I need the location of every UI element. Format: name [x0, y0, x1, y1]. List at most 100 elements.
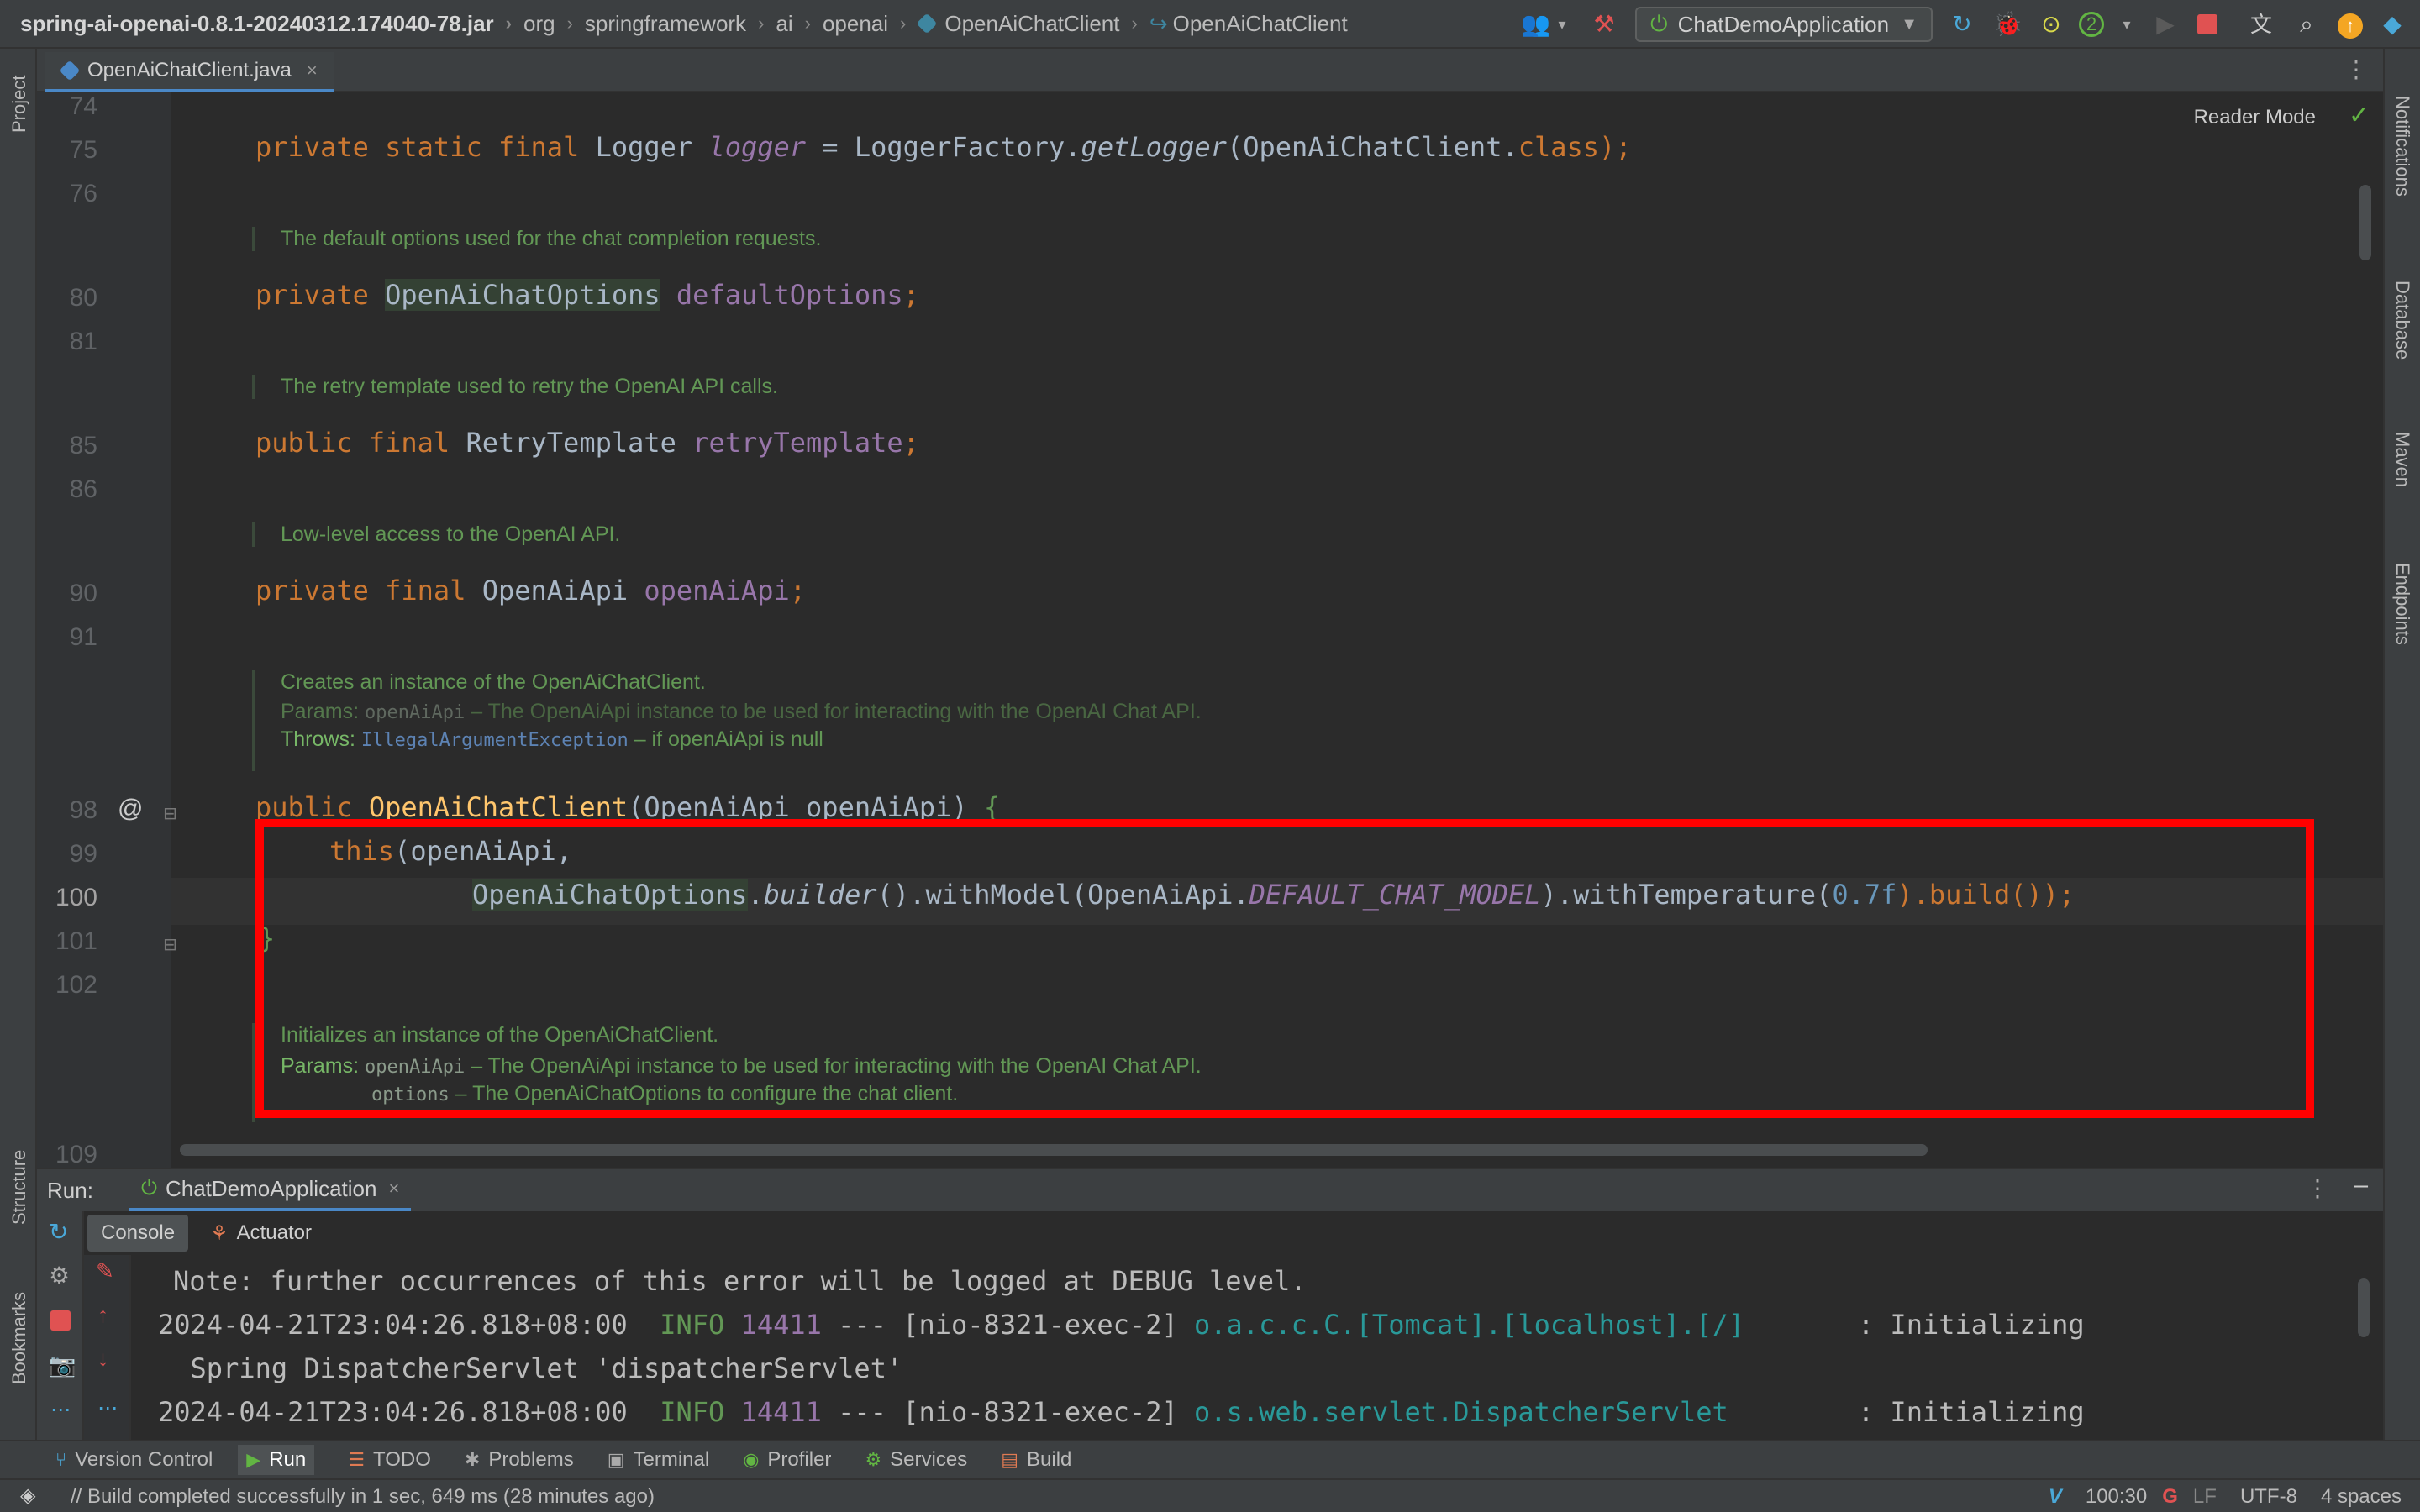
profiler-tool-button[interactable]: ◉ Profiler [743, 1448, 831, 1472]
exception-link[interactable]: IllegalArgumentException [361, 730, 629, 751]
build-icon: ▤ [1001, 1449, 1018, 1470]
console-line: 2024-04-21T23:04:26.818+08:00 INFO 14411… [158, 1396, 2085, 1428]
code-line-90: private final OpenAiApi openAiApi; [255, 575, 807, 606]
line-number: 80 [69, 284, 97, 312]
rerun-icon[interactable]: ↻ [1948, 10, 1976, 39]
run-subtabs: Console ⚘ Actuator [87, 1211, 312, 1255]
build-tool-button[interactable]: ▤ Build [1001, 1448, 1071, 1472]
vue-icon[interactable]: V [2049, 1485, 2062, 1509]
indent-setting[interactable]: 4 spaces [2321, 1485, 2402, 1509]
power-icon: ⏻ [1650, 11, 1668, 36]
stop-icon[interactable] [50, 1310, 71, 1335]
vertical-scrollbar[interactable] [2360, 185, 2371, 260]
arrow-up-icon[interactable]: ↑ [97, 1302, 108, 1328]
arrow-down-icon[interactable]: ↓ [97, 1346, 108, 1372]
breadcrumb-constructor[interactable]: ↪ OpenAiChatClient [1150, 11, 1348, 37]
status-indicators: V 100:30 G LF UTF-8 4 spaces [2025, 1485, 2402, 1509]
project-tool-button[interactable]: Project [8, 76, 30, 133]
line-number: 74 [69, 92, 97, 120]
camera-icon[interactable]: 📷 [49, 1352, 76, 1378]
update-icon[interactable]: ↑ [2336, 10, 2365, 39]
line-number: 85 [69, 432, 97, 459]
structure-tool-button[interactable]: Structure [8, 1150, 30, 1225]
plugin-icon[interactable]: ◆ [2378, 10, 2407, 39]
status-message: // Build completed successfully in 1 sec… [71, 1485, 655, 1508]
users-icon[interactable]: 👥 [1521, 10, 1550, 39]
maven-tool-button[interactable]: Maven [2391, 432, 2413, 487]
line-number: 100 [55, 884, 97, 911]
more-icon[interactable]: ⋯ [97, 1396, 118, 1420]
tab-actuator[interactable]: ⚘ Actuator [210, 1221, 312, 1246]
tab-console[interactable]: Console [87, 1215, 189, 1252]
fold-icon[interactable]: ⊟ [163, 803, 177, 824]
breadcrumb-org[interactable]: org › [523, 11, 585, 37]
layers-icon[interactable]: ◈ [20, 1483, 35, 1508]
java-class-icon [59, 60, 81, 81]
running-count-badge[interactable]: 2 [2079, 12, 2104, 37]
more-vertical-icon[interactable]: ⋮ [2306, 1174, 2329, 1202]
line-number: 75 [69, 136, 97, 164]
breadcrumb-openai[interactable]: openai › [823, 11, 918, 37]
chevron-down-icon[interactable]: ▾ [2112, 10, 2141, 39]
line-number: 86 [69, 475, 97, 503]
breadcrumb-jar[interactable]: spring-ai-openai-0.8.1-20240312.174040-7… [20, 11, 523, 37]
problems-tool-button[interactable]: ✱ Problems [465, 1448, 574, 1472]
caret-position[interactable]: 100:30 [2086, 1485, 2147, 1509]
breadcrumb-ai[interactable]: ai › [776, 11, 823, 37]
build-hammer-icon[interactable]: ⚒ [1590, 10, 1618, 39]
notifications-tool-button[interactable]: Notifications [2391, 96, 2413, 197]
run-configuration-select[interactable]: ⏻ ChatDemoApplication ▼ [1635, 7, 1933, 42]
line-separator[interactable]: LF [2193, 1485, 2217, 1509]
google-icon[interactable]: G [2162, 1485, 2178, 1509]
javadoc-openai-api: Low-level access to the OpenAI API. [252, 522, 620, 547]
breadcrumb-springframework[interactable]: springframework › [585, 11, 776, 37]
close-icon[interactable]: × [307, 60, 318, 81]
debug-icon[interactable]: 🐞 [1993, 10, 2023, 39]
clear-icon[interactable]: ✎ [96, 1258, 114, 1284]
fold-icon[interactable]: ⊟ [163, 934, 177, 955]
code-editor[interactable]: 74 75 76 80 81 85 86 90 91 98 99 100 101… [37, 92, 2383, 1168]
coverage-icon[interactable]: ⊙ [2037, 10, 2065, 39]
version-control-tool-button[interactable]: ⑂ Version Control [55, 1448, 213, 1472]
chevron-down-icon[interactable]: ▾ [1548, 10, 1576, 39]
more-vertical-icon[interactable]: ⋮ [2344, 55, 2368, 83]
translate-icon[interactable]: 文 [2247, 10, 2275, 39]
code-line-75: private static final Logger logger = Log… [255, 131, 1632, 163]
run-icon[interactable]: ▶ [2151, 10, 2180, 39]
console-side-toolbar: ✎ ↑ ↓ ⋯ [84, 1255, 131, 1441]
line-number: 101 [55, 927, 97, 955]
run-tool-button[interactable]: ▶ Run [238, 1445, 315, 1475]
close-icon[interactable]: × [388, 1178, 399, 1200]
database-tool-button[interactable]: Database [2391, 281, 2413, 360]
left-tool-strip: Project Structure Bookmarks [0, 49, 37, 1440]
stop-icon[interactable] [2193, 10, 2222, 39]
terminal-tool-button[interactable]: ▣ Terminal [608, 1448, 710, 1472]
gear-icon[interactable]: ⚙ [49, 1262, 70, 1289]
run-tab-chatdemoapplication[interactable]: ⏻ ChatDemoApplication × [129, 1169, 412, 1211]
branch-icon: ⑂ [55, 1449, 67, 1470]
file-encoding[interactable]: UTF-8 [2240, 1485, 2297, 1509]
check-icon[interactable]: ✓ [2349, 101, 2370, 130]
at-symbol-icon[interactable]: @ [118, 795, 143, 823]
console-line: Spring DispatcherServlet 'dispatcherServ… [158, 1352, 903, 1384]
horizontal-scrollbar[interactable] [180, 1144, 1928, 1156]
services-tool-button[interactable]: ⚙ Services [865, 1448, 967, 1472]
console-scrollbar[interactable] [2358, 1278, 2370, 1337]
power-icon: ⏻ [141, 1177, 157, 1200]
javadoc-params-row: Params: openAiApi – The OpenAiApi instan… [281, 700, 1202, 723]
breadcrumb-class[interactable]: OpenAiChatClient › [916, 11, 1149, 37]
code-line-85: public final RetryTemplate retryTemplate… [255, 427, 919, 459]
minimize-icon[interactable]: – [2354, 1171, 2368, 1200]
reader-mode-button[interactable]: Reader Mode [2194, 106, 2316, 129]
tab-openaichatclient[interactable]: OpenAiChatClient.java × [45, 52, 334, 92]
rerun-icon[interactable]: ↻ [49, 1218, 68, 1246]
bookmarks-tool-button[interactable]: Bookmarks [8, 1292, 30, 1384]
gear-icon: ⚙ [865, 1449, 882, 1470]
javadoc-throws-row: Throws: IllegalArgumentException – if op… [281, 727, 823, 751]
endpoints-tool-button[interactable]: Endpoints [2391, 563, 2413, 645]
editor-tab-bar: OpenAiChatClient.java × ⋮ [37, 49, 2383, 92]
search-icon[interactable]: ⌕ [2292, 10, 2321, 39]
todo-tool-button[interactable]: ☰ TODO [348, 1448, 431, 1472]
red-highlight-box [255, 819, 2314, 1118]
more-icon[interactable]: ⋯ [50, 1398, 71, 1422]
